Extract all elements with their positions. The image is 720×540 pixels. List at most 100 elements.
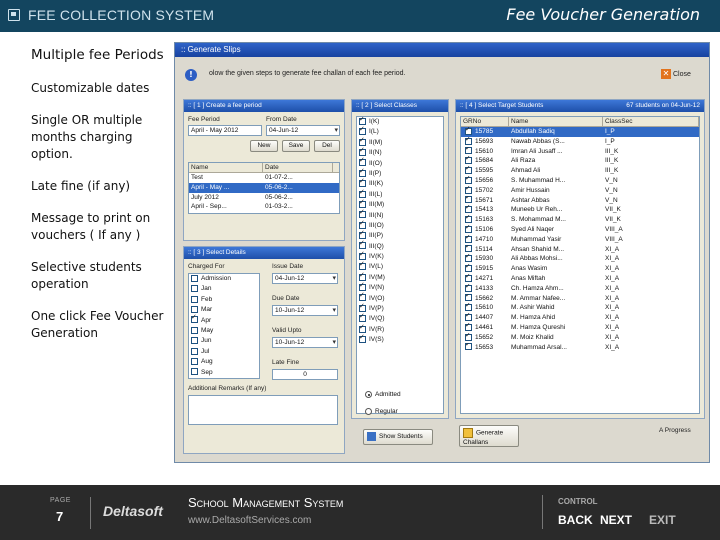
class-item[interactable]: IV(R) (357, 323, 443, 335)
close-button[interactable]: ✕ Close (661, 69, 699, 81)
checkbox[interactable] (465, 294, 472, 302)
class-item[interactable]: II(N) (357, 146, 443, 158)
table-row[interactable]: 15693Nawab Abbas (S...I_P (461, 137, 699, 147)
checkbox[interactable] (465, 323, 472, 331)
table-row[interactable]: 15595Ahmad AliIII_K (461, 166, 699, 176)
class-item[interactable]: IV(Q) (357, 312, 443, 324)
checkbox[interactable] (465, 215, 472, 223)
checkbox[interactable] (191, 274, 198, 282)
table-row[interactable]: Test 01-07-2... (189, 173, 339, 183)
table-row[interactable]: 15163S. Mohammad M...VII_K (461, 215, 699, 225)
checkbox[interactable] (465, 147, 472, 155)
table-row[interactable]: 15785Abdullah SadiqI_P (461, 127, 699, 137)
checkbox[interactable] (359, 333, 366, 343)
class-item[interactable]: III(P) (357, 229, 443, 241)
checkbox[interactable] (465, 264, 472, 272)
generate-challans-button[interactable]: Generate Challans (459, 425, 519, 447)
checkbox[interactable] (465, 205, 472, 214)
table-row[interactable]: 15106Syed Ali NaqerVIII_A (461, 225, 699, 235)
checkbox[interactable] (191, 326, 198, 334)
table-row[interactable]: 15684Ali RazaIII_K (461, 156, 699, 166)
table-row[interactable]: 15653Muhammad Arsal...XI_A (461, 343, 699, 353)
remarks-input[interactable] (188, 395, 338, 425)
month-item[interactable]: Jul (189, 347, 259, 357)
class-item[interactable]: III(K) (357, 177, 443, 189)
class-item[interactable]: II(O) (357, 156, 443, 169)
class-item[interactable]: I(K) (357, 117, 443, 127)
checkbox[interactable] (359, 229, 366, 239)
checkbox[interactable] (191, 347, 198, 355)
month-item[interactable]: Jan (189, 284, 259, 294)
month-item[interactable]: May (189, 326, 259, 336)
class-item[interactable]: IV(L) (357, 260, 443, 272)
checkbox[interactable] (465, 235, 472, 243)
table-row[interactable]: 14407M. Hamza AhidXI_A (461, 313, 699, 323)
table-row[interactable]: April - May ... 05-06-2... (189, 182, 339, 193)
month-item[interactable]: Feb (189, 295, 259, 305)
checkbox[interactable] (359, 291, 366, 302)
checkbox[interactable] (465, 156, 472, 165)
month-item[interactable]: Sep (189, 368, 259, 378)
checkbox[interactable] (465, 284, 472, 292)
class-item[interactable]: IV(O) (357, 291, 443, 304)
checkbox[interactable] (359, 250, 366, 260)
class-item[interactable]: I(L) (357, 125, 443, 137)
table-row[interactable]: 15702Amir HussainV_N (461, 186, 699, 196)
class-item[interactable]: III(L) (357, 188, 443, 200)
month-item[interactable]: Mar (189, 305, 259, 315)
checkbox[interactable] (191, 368, 198, 376)
checkbox[interactable] (465, 137, 472, 145)
next-button[interactable]: NEXT (600, 513, 632, 527)
checkbox[interactable] (359, 156, 366, 167)
class-item[interactable]: IV(M) (357, 271, 443, 283)
checkbox[interactable] (191, 305, 198, 313)
delete-button[interactable]: Del (314, 140, 340, 152)
checkbox[interactable] (359, 146, 366, 156)
checkbox[interactable] (359, 271, 366, 281)
checkbox[interactable] (465, 225, 472, 233)
checkbox[interactable] (465, 333, 472, 341)
fee-period-field[interactable]: April - May 2012 (188, 125, 262, 136)
checkbox[interactable] (465, 245, 472, 253)
month-item[interactable]: Apr (189, 313, 259, 326)
checkbox[interactable] (359, 312, 366, 323)
table-row[interactable]: 15915Anas WasimXI_A (461, 264, 699, 274)
due-date-picker[interactable]: 10-Jun-12 (272, 305, 338, 316)
month-item[interactable]: Jun (189, 336, 259, 346)
exit-button[interactable]: EXIT (649, 513, 676, 527)
month-item[interactable]: Aug (189, 357, 259, 367)
checkbox[interactable] (191, 313, 198, 324)
save-button[interactable]: Save (282, 140, 310, 152)
regular-radio[interactable]: Regular (365, 408, 398, 415)
checkbox[interactable] (359, 125, 366, 136)
table-row[interactable]: 14271Anas MiftahXI_A (461, 274, 699, 284)
class-item[interactable]: II(P) (357, 167, 443, 179)
checkbox[interactable] (465, 186, 472, 194)
table-row[interactable]: 15662M. Ammar Nafee...XI_A (461, 294, 699, 304)
table-row[interactable]: 15671Ashtar AbbasV_N (461, 196, 699, 206)
new-button[interactable]: New (250, 140, 278, 152)
class-item[interactable]: III(O) (357, 219, 443, 231)
checkbox[interactable] (465, 166, 472, 174)
table-row[interactable]: 15652M. Moiz KhalidXI_A (461, 333, 699, 343)
table-row[interactable]: 15114Ahsan Shahid M...XI_A (461, 245, 699, 255)
admitted-radio[interactable]: Admitted (365, 391, 401, 398)
checkbox[interactable] (359, 177, 366, 188)
class-item[interactable]: II(M) (357, 136, 443, 148)
checkbox[interactable] (465, 127, 472, 135)
checkbox[interactable] (359, 208, 366, 219)
checkbox[interactable] (191, 285, 198, 293)
checkbox[interactable] (465, 313, 472, 321)
table-row[interactable]: 15610Imran Ali Jusaff ...III_K (461, 147, 699, 157)
table-row[interactable]: 15930Ali Abbas Mohsi...XI_A (461, 254, 699, 264)
table-row[interactable]: July 2012 05-06-2... (189, 193, 339, 203)
issue-date-picker[interactable]: 04-Jun-12 (272, 273, 338, 284)
checkbox[interactable] (359, 239, 366, 250)
checkbox[interactable] (359, 302, 366, 312)
show-students-button[interactable]: Show Students (363, 429, 433, 445)
checkbox[interactable] (191, 295, 198, 303)
checkbox[interactable] (465, 274, 472, 282)
checkbox[interactable] (359, 281, 366, 291)
checkbox[interactable] (465, 254, 472, 263)
from-date-picker[interactable]: 04-Jun-12 (266, 125, 340, 136)
